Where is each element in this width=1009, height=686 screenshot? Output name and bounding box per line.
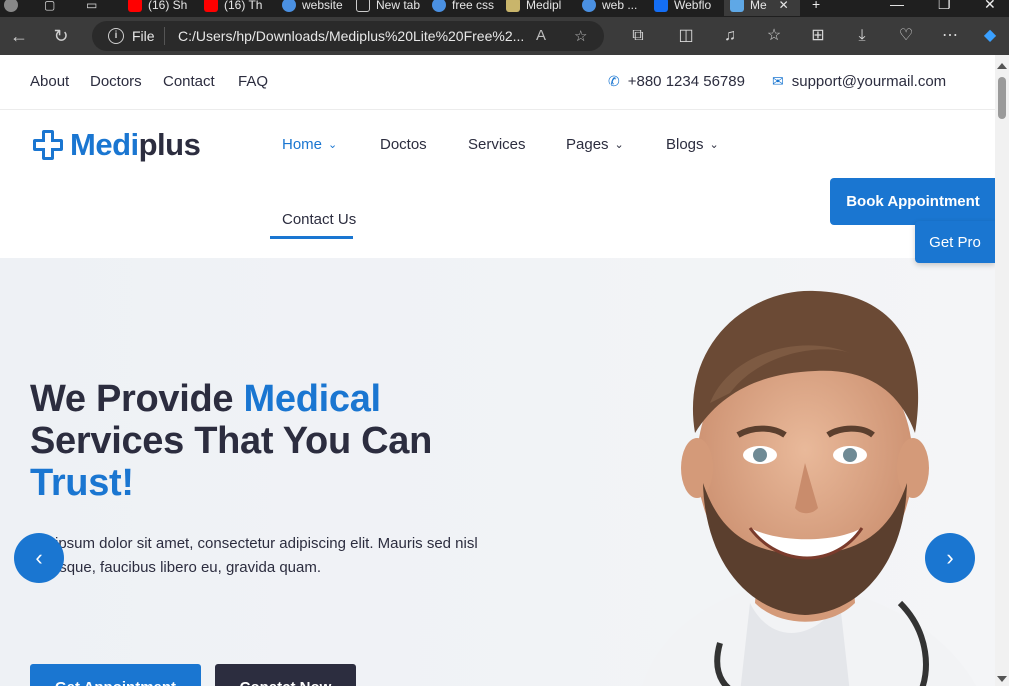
new-tab-icon[interactable]: +: [812, 0, 820, 12]
nav-blogs[interactable]: Blogs ⌄: [666, 136, 719, 153]
nav-doctors[interactable]: Doctos: [380, 136, 427, 153]
nav-blogs-label: Blogs: [666, 136, 704, 153]
search-icon: [282, 0, 296, 12]
phone-contact[interactable]: ✆ +880 1234 56789: [608, 73, 745, 90]
downloads-icon[interactable]: ⤓: [852, 26, 872, 46]
medical-cross-icon: [32, 129, 64, 161]
nav-services[interactable]: Services: [468, 136, 526, 153]
phone-number: +880 1234 56789: [627, 73, 745, 90]
performance-icon[interactable]: ♡: [896, 26, 916, 46]
top-link-contact[interactable]: Contact: [163, 73, 215, 90]
split-screen-icon[interactable]: ◫: [676, 26, 696, 46]
page-scrollbar[interactable]: [995, 55, 1009, 686]
chevron-right-icon: ›: [946, 545, 954, 570]
email-address: support@yourmail.com: [791, 73, 947, 90]
file-label: File: [132, 28, 155, 44]
nav-services-label: Services: [468, 136, 526, 153]
webflow-icon: [654, 0, 668, 12]
search-icon: [432, 0, 446, 12]
divider: [164, 27, 165, 45]
newtab-icon: [356, 0, 370, 12]
copilot-icon[interactable]: ◆: [980, 26, 1000, 46]
tab-actions-icon[interactable]: ▭: [86, 0, 97, 16]
browser-toolbar: ← ↻ i File C:/Users/hp/Downloads/Mediplu…: [0, 17, 1009, 55]
logo-text-plus: plus: [138, 127, 201, 162]
restore-icon[interactable]: ❐: [938, 0, 951, 13]
get-appointment-button[interactable]: Get Appointment: [30, 664, 201, 686]
collections-icon[interactable]: ⊞: [808, 26, 828, 46]
browser-tab[interactable]: Medipl: [506, 0, 574, 16]
media-icon[interactable]: ♫: [720, 26, 740, 46]
browser-tab[interactable]: New tab: [356, 0, 424, 16]
favorites-icon[interactable]: ☆: [764, 26, 784, 46]
close-tab-icon[interactable]: ✕: [779, 0, 789, 12]
browser-tab-bar: ▢ ▭ (16) Sh (16) Th website New tab free…: [0, 0, 1009, 17]
search-icon: [582, 0, 596, 12]
minimize-icon[interactable]: —: [890, 0, 904, 12]
browser-tab[interactable]: (16) Th: [204, 0, 272, 16]
get-pro-button[interactable]: Get Pro: [915, 221, 995, 263]
headline-highlight-medical: Medical: [243, 378, 382, 420]
nav-pages[interactable]: Pages ⌄: [566, 136, 624, 153]
active-nav-indicator: [270, 236, 353, 239]
chevron-down-icon: ⌄: [614, 139, 624, 151]
site-logo[interactable]: Mediplus: [32, 127, 201, 163]
main-header: Mediplus Home ⌄ Doctos Services Pages ⌄ …: [0, 111, 995, 263]
top-link-about[interactable]: About: [30, 73, 69, 90]
contact-now-button[interactable]: Conatct Now: [215, 664, 356, 686]
profile-avatar[interactable]: [4, 0, 18, 16]
browser-tab[interactable]: web ...: [582, 0, 646, 16]
web-page: About Doctors Contact FAQ ✆ +880 1234 56…: [0, 55, 995, 686]
scroll-down-arrow-icon[interactable]: [997, 676, 1007, 682]
browser-tab[interactable]: Webflo: [654, 0, 722, 16]
hero-description: em ipsum dolor sit amet, consectetur adi…: [30, 535, 478, 576]
nav-contact[interactable]: Contact Us: [282, 211, 356, 228]
browser-tab[interactable]: website: [282, 0, 348, 16]
page-icon: [506, 0, 520, 12]
headline-highlight-trust: Trust!: [30, 462, 134, 504]
close-window-icon[interactable]: ✕: [984, 0, 996, 13]
top-link-doctors[interactable]: Doctors: [90, 73, 142, 90]
nav-home-label: Home: [282, 136, 323, 153]
top-bar: About Doctors Contact FAQ ✆ +880 1234 56…: [0, 55, 995, 110]
refresh-icon[interactable]: ↻: [50, 25, 72, 47]
chevron-left-icon: ‹: [35, 545, 43, 570]
browser-tab[interactable]: free css: [432, 0, 498, 16]
favorite-star-icon[interactable]: ☆: [574, 27, 587, 45]
more-menu-icon[interactable]: ⋯: [940, 26, 960, 46]
extensions-icon[interactable]: ⧉: [628, 26, 648, 46]
back-icon[interactable]: ←: [8, 25, 30, 47]
nav-home[interactable]: Home ⌄: [282, 136, 337, 153]
nav-pages-label: Pages: [566, 136, 609, 153]
email-contact[interactable]: ✉ support@yourmail.com: [772, 73, 946, 90]
info-icon[interactable]: i: [108, 28, 124, 44]
browser-tab[interactable]: (16) Sh: [128, 0, 198, 16]
doctor-photo: [642, 290, 977, 686]
top-link-faq[interactable]: FAQ: [238, 73, 268, 90]
youtube-icon: [128, 0, 142, 12]
slider-next-button[interactable]: ›: [925, 533, 975, 583]
slider-prev-button[interactable]: ‹: [14, 533, 64, 583]
read-aloud-icon[interactable]: A: [536, 27, 546, 44]
address-bar[interactable]: i File C:/Users/hp/Downloads/Mediplus%20…: [92, 21, 604, 51]
mediplus-icon: [730, 0, 744, 12]
hero-slider: We Provide Medical Services That You Can…: [0, 258, 995, 686]
chevron-down-icon: ⌄: [709, 139, 719, 151]
workspaces-icon[interactable]: ▢: [44, 0, 55, 16]
chevron-down-icon: ⌄: [328, 139, 338, 151]
youtube-icon: [204, 0, 218, 12]
phone-icon: ✆: [608, 73, 620, 89]
browser-tab-active[interactable]: Me ✕: [724, 0, 800, 16]
hero-headline: We Provide Medical Services That You Can…: [30, 378, 432, 504]
nav-contact-label: Contact Us: [282, 211, 357, 228]
scrollbar-thumb[interactable]: [998, 77, 1006, 119]
book-appointment-button[interactable]: Book Appointment: [830, 178, 995, 225]
logo-text-medi: Medi: [70, 127, 139, 162]
scroll-up-arrow-icon[interactable]: [997, 63, 1007, 69]
nav-doctors-label: Doctos: [380, 136, 427, 153]
envelope-icon: ✉: [772, 73, 784, 89]
url-text[interactable]: C:/Users/hp/Downloads/Mediplus%20Lite%20…: [178, 28, 524, 44]
